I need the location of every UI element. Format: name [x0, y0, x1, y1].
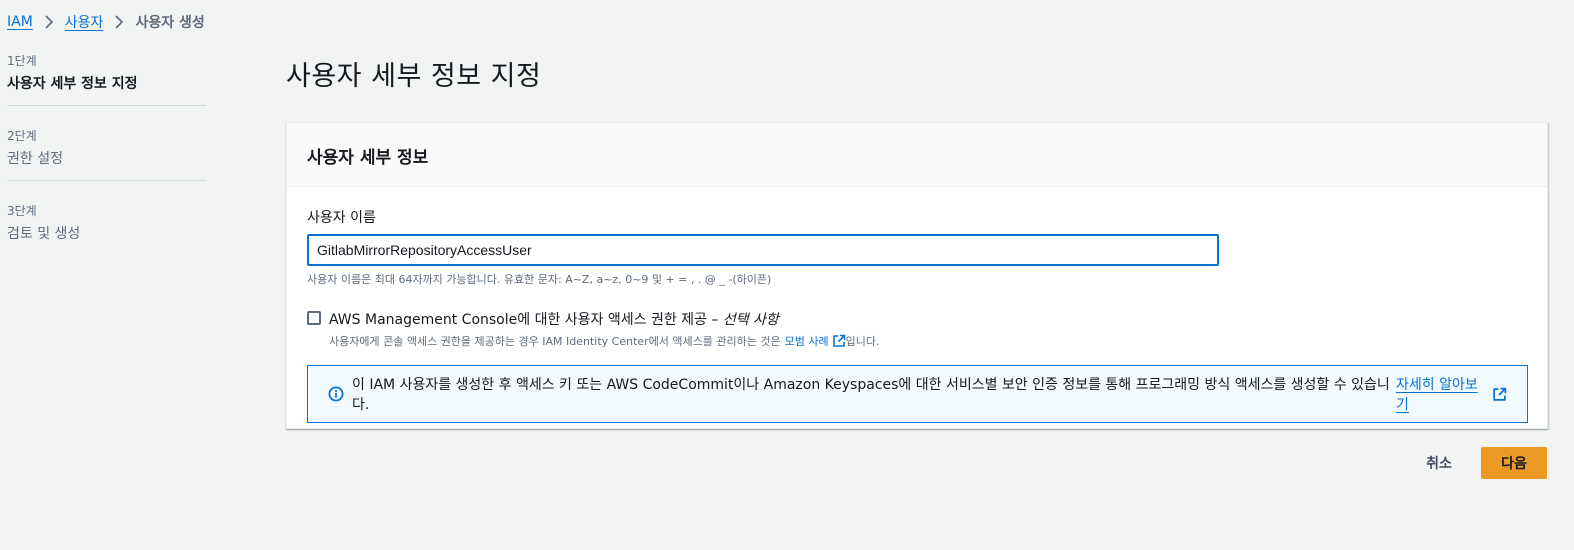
console-access-option: AWS Management Console에 대한 사용자 액세스 권한 제공… — [307, 309, 1527, 349]
external-link-icon — [832, 334, 846, 348]
chevron-right-icon — [44, 15, 54, 29]
page-title: 사용자 세부 정보 지정 — [286, 61, 542, 92]
step-3: 3단계 검토 및 생성 — [7, 180, 206, 255]
console-access-title-text: AWS Management Console에 대한 사용자 액세스 권한 제공… — [329, 312, 723, 328]
step-label: 검토 및 생성 — [7, 226, 81, 242]
info-icon — [328, 386, 344, 402]
info-text: 이 IAM 사용자를 생성한 후 액세스 키 또는 AWS CodeCommit… — [352, 377, 1390, 413]
breadcrumb-users-link[interactable]: 사용자 — [65, 12, 104, 32]
cancel-button[interactable]: 취소 — [1412, 447, 1466, 479]
console-access-checkbox[interactable] — [307, 311, 321, 325]
username-hint: 사용자 이름은 최대 64자까지 가능합니다. 유효한 문자: A~Z, a~z… — [307, 273, 772, 286]
next-button[interactable]: 다음 — [1481, 447, 1547, 479]
best-practice-link[interactable]: 모범 사례 — [785, 333, 846, 349]
console-access-description: 사용자에게 콘솔 액세스 권한을 제공하는 경우 IAM Identity Ce… — [329, 333, 879, 349]
container-body: 사용자 이름 사용자 이름은 최대 64자까지 가능합니다. 유효한 문자: A… — [287, 187, 1547, 441]
best-practice-link-text: 모범 사례 — [784, 335, 829, 348]
console-access-desc-text: 사용자에게 콘솔 액세스 권한을 제공하는 경우 IAM Identity Ce… — [329, 335, 781, 348]
step-number: 1단계 — [7, 54, 37, 68]
console-access-title[interactable]: AWS Management Console에 대한 사용자 액세스 권한 제공… — [329, 309, 879, 329]
external-link-icon — [1492, 387, 1507, 402]
username-input[interactable] — [307, 234, 1219, 266]
chevron-right-icon — [114, 15, 124, 29]
username-label: 사용자 이름 — [307, 210, 376, 226]
learn-more-link-text: 자세히 알아보기 — [1395, 377, 1478, 413]
step-label: 권한 설정 — [7, 151, 63, 167]
container-header: 사용자 세부 정보 — [287, 123, 1547, 187]
step-number: 3단계 — [7, 204, 37, 218]
step-label: 사용자 세부 정보 지정 — [7, 76, 138, 92]
breadcrumb-current: 사용자 생성 — [135, 15, 205, 31]
wizard-steps: 1단계 사용자 세부 정보 지정 2단계 권한 설정 3단계 검토 및 생성 — [7, 54, 206, 255]
info-alert: 이 IAM 사용자를 생성한 후 액세스 키 또는 AWS CodeCommit… — [307, 365, 1528, 423]
step-number: 2단계 — [7, 129, 37, 143]
breadcrumb-iam-link[interactable]: IAM — [7, 14, 33, 30]
step-1: 1단계 사용자 세부 정보 지정 — [7, 54, 206, 105]
console-access-desc-end: 입니다. — [845, 335, 880, 348]
learn-more-link[interactable]: 자세히 알아보기 — [1396, 374, 1507, 414]
optional-label: 선택 사항 — [722, 312, 779, 328]
user-details-container: 사용자 세부 정보 사용자 이름 사용자 이름은 최대 64자까지 가능합니다.… — [286, 122, 1548, 429]
step-2: 2단계 권한 설정 — [7, 105, 206, 180]
breadcrumb: IAM 사용자 사용자 생성 — [7, 12, 205, 32]
